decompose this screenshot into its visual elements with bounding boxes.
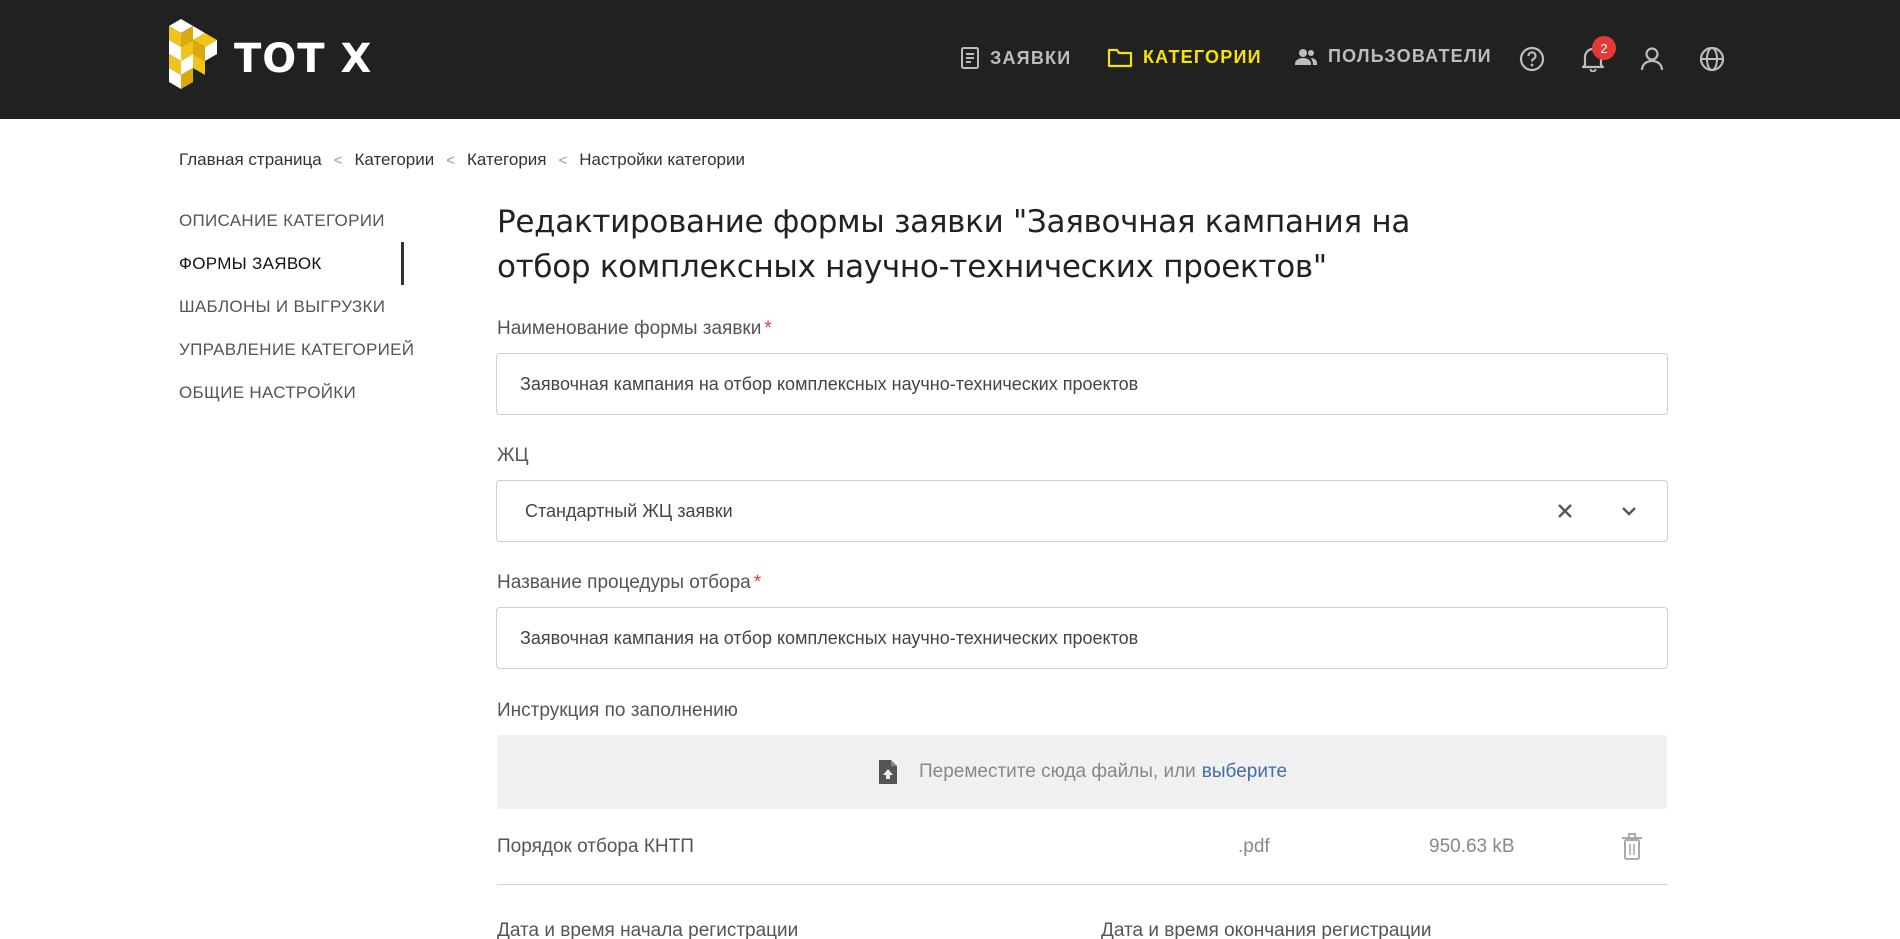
breadcrumb-categories[interactable]: Категории — [354, 150, 434, 170]
document-icon — [961, 47, 979, 69]
required-mark: * — [764, 318, 772, 339]
breadcrumb-separator: < — [333, 151, 343, 169]
procedure-name-input[interactable]: Заявочная кампания на отбор комплексных … — [496, 607, 1668, 669]
dropzone-choose-link[interactable]: выберите — [1202, 761, 1287, 783]
notification-badge: 2 — [1592, 36, 1616, 60]
file-upload-icon — [878, 760, 897, 784]
date-start-label: Дата и время начала регистрации — [497, 920, 799, 939]
required-mark: * — [753, 572, 762, 593]
language-button[interactable] — [1697, 44, 1727, 74]
form-name-label-text: Наименование формы заявки — [497, 318, 762, 339]
form-name-label: Наименование формы заявки * — [497, 318, 772, 340]
form-name-value: Заявочная кампания на отбор комплексных … — [520, 373, 1139, 394]
user-icon — [1640, 47, 1664, 71]
nav-categories[interactable]: КАТЕГОРИИ — [1107, 46, 1262, 68]
help-button[interactable] — [1517, 44, 1547, 74]
instruction-label: Инструкция по заполнению — [497, 700, 738, 721]
chevron-down-icon[interactable] — [1619, 501, 1639, 521]
file-extension: .pdf — [1238, 836, 1270, 857]
date-end-label: Дата и время окончания регистрации — [1101, 920, 1432, 939]
procedure-name-label: Название процедуры отбора * — [497, 572, 761, 594]
lifecycle-value: Стандартный ЖЦ заявки — [525, 500, 733, 521]
trash-icon[interactable] — [1621, 833, 1643, 861]
sidebar-item-management[interactable]: УПРАВЛЕНИЕ КАТЕГОРИЕЙ — [179, 334, 414, 377]
nav-requests-label: ЗАЯВКИ — [990, 47, 1072, 68]
nav-categories-label: КАТЕГОРИИ — [1143, 46, 1262, 67]
dropzone-text: Переместите сюда файлы, или — [918, 761, 1196, 782]
nav-users-label: ПОЛЬЗОВАТЕЛИ — [1328, 46, 1492, 66]
logo-icon[interactable] — [163, 17, 223, 93]
file-name[interactable]: Порядок отбора КНТП — [497, 836, 694, 858]
profile-button[interactable] — [1637, 44, 1667, 74]
divider — [497, 884, 1667, 885]
clear-icon[interactable] — [1553, 499, 1577, 523]
help-icon — [1519, 46, 1545, 72]
procedure-name-value: Заявочная кампания на отбор комплексных … — [520, 627, 1139, 648]
sidebar-item-forms[interactable]: ФОРМЫ ЗАЯВОК — [179, 248, 414, 291]
top-header: TOT X ЗАЯВКИ КАТЕГОРИИ ПОЛЬЗОВАТЕЛИ 2 — [0, 0, 1900, 119]
sidebar-item-templates[interactable]: ШАБЛОНЫ И ВЫГРУЗКИ — [179, 291, 414, 334]
breadcrumb-current: Настройки категории — [579, 150, 745, 169]
procedure-name-label-text: Название процедуры отбора — [497, 572, 751, 593]
breadcrumb-home[interactable]: Главная страница — [179, 150, 322, 170]
settings-sidebar: ОПИСАНИЕ КАТЕГОРИИ ФОРМЫ ЗАЯВОК ШАБЛОНЫ … — [179, 205, 414, 420]
page-title: Редактирование формы заявки "Заявочная к… — [497, 204, 1411, 285]
lifecycle-select[interactable]: Стандартный ЖЦ заявки — [496, 480, 1668, 542]
breadcrumb: Главная страница < Категории < Категория… — [179, 150, 745, 170]
globe-icon — [1699, 46, 1725, 72]
file-dropzone[interactable]: Переместите сюда файлы, или выберите — [497, 735, 1667, 809]
file-size: 950.63 kB — [1429, 836, 1515, 857]
breadcrumb-category[interactable]: Категория — [467, 150, 546, 170]
folder-icon — [1107, 48, 1133, 68]
file-row: Порядок отбора КНТП .pdf 950.63 kB — [497, 830, 1667, 882]
logo-text[interactable]: TOT X — [234, 36, 372, 82]
lifecycle-label: ЖЦ — [497, 445, 529, 466]
users-icon — [1295, 48, 1317, 65]
breadcrumb-separator: < — [558, 151, 568, 169]
sidebar-active-indicator — [401, 242, 404, 285]
form-name-input[interactable]: Заявочная кампания на отбор комплексных … — [496, 353, 1668, 415]
nav-users[interactable]: ПОЛЬЗОВАТЕЛИ — [1294, 46, 1492, 67]
nav-requests[interactable]: ЗАЯВКИ — [960, 46, 1071, 70]
breadcrumb-separator: < — [446, 151, 455, 169]
sidebar-item-description[interactable]: ОПИСАНИЕ КАТЕГОРИИ — [179, 205, 414, 248]
sidebar-item-general[interactable]: ОБЩИЕ НАСТРОЙКИ — [179, 377, 414, 420]
